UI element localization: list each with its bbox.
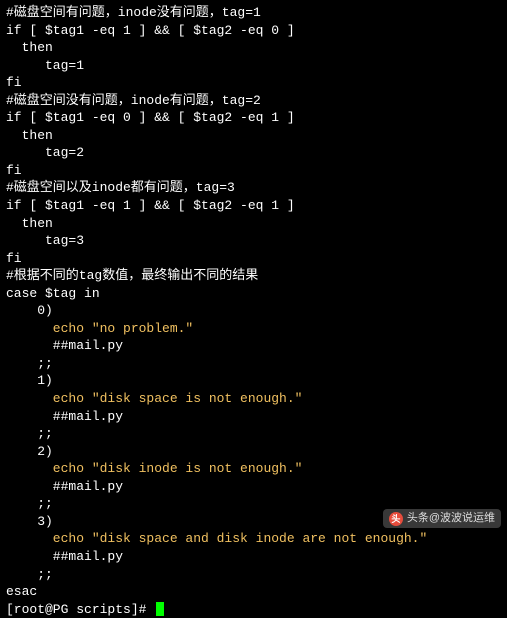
code-line: echo "disk inode is not enough."	[6, 460, 501, 478]
code-line: fi	[6, 250, 501, 268]
code-line: if [ $tag1 -eq 0 ] && [ $tag2 -eq 1 ]	[6, 109, 501, 127]
code-line: echo "no problem."	[6, 320, 501, 338]
code-line: tag=2	[6, 144, 501, 162]
code-line: ##mail.py	[6, 408, 501, 426]
code-line: ##mail.py	[6, 548, 501, 566]
code-line: ;;	[6, 355, 501, 373]
code-line: fi	[6, 74, 501, 92]
code-line: if [ $tag1 -eq 1 ] && [ $tag2 -eq 1 ]	[6, 197, 501, 215]
code-line: 1)	[6, 372, 501, 390]
code-line: then	[6, 127, 501, 145]
cursor-icon	[156, 602, 164, 616]
code-line: ;;	[6, 566, 501, 584]
shell-prompt: [root@PG scripts]#	[6, 601, 154, 618]
code-line: echo "disk space and disk inode are not …	[6, 530, 501, 548]
watermark-logo-icon: 头	[389, 512, 403, 526]
code-line: if [ $tag1 -eq 1 ] && [ $tag2 -eq 0 ]	[6, 22, 501, 40]
code-line: tag=3	[6, 232, 501, 250]
code-line: esac	[6, 583, 501, 601]
code-line: ;;	[6, 425, 501, 443]
code-line: ##mail.py	[6, 337, 501, 355]
code-comment: #磁盘空间没有问题，inode有问题，tag=2	[6, 92, 501, 110]
watermark-text: 头条@波波说运维	[407, 511, 495, 526]
shell-prompt-line[interactable]: [root@PG scripts]#	[6, 601, 501, 618]
code-line: fi	[6, 162, 501, 180]
code-line: ##mail.py	[6, 478, 501, 496]
code-line: 2)	[6, 443, 501, 461]
code-line: 0)	[6, 302, 501, 320]
code-line: then	[6, 39, 501, 57]
code-comment: #磁盘空间以及inode都有问题，tag=3	[6, 179, 501, 197]
code-line: case $tag in	[6, 285, 501, 303]
code-line: then	[6, 215, 501, 233]
code-line: tag=1	[6, 57, 501, 75]
watermark-badge: 头 头条@波波说运维	[383, 509, 501, 528]
code-line: echo "disk space is not enough."	[6, 390, 501, 408]
code-comment: #根据不同的tag数值，最终输出不同的结果	[6, 267, 501, 285]
code-comment: #磁盘空间有问题，inode没有问题，tag=1	[6, 4, 501, 22]
